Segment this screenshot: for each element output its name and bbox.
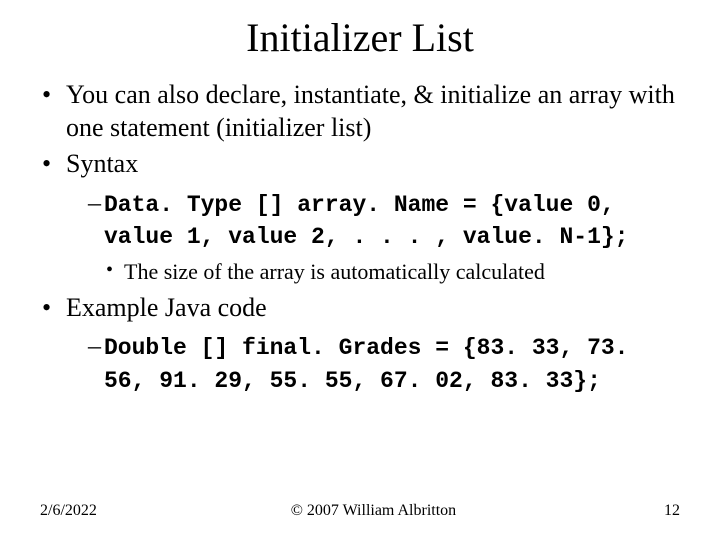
footer: 2/6/2022 © 2007 William Albritton 12 (40, 502, 680, 520)
bullet-2-note: The size of the array is automatically c… (106, 258, 680, 286)
example-code: Double [] final. Grades = {83. 33, 73. 5… (104, 335, 629, 394)
slide: Initializer List You can also declare, i… (0, 0, 720, 540)
bullet-1: You can also declare, instantiate, & ini… (40, 79, 680, 144)
bullet-2: Syntax Data. Type [] array. Name = {valu… (40, 148, 680, 286)
bullet-2-sub: Data. Type [] array. Name = {value 0, va… (66, 187, 680, 253)
bullet-2-text: Syntax (66, 149, 138, 178)
footer-page-number: 12 (650, 502, 680, 520)
bullet-1-text: You can also declare, instantiate, & ini… (66, 80, 675, 142)
footer-copyright: © 2007 William Albritton (97, 502, 650, 520)
bullet-2-note-text: The size of the array is automatically c… (124, 259, 545, 284)
bullet-3-text: Example Java code (66, 293, 267, 322)
bullet-3-sub: Double [] final. Grades = {83. 33, 73. 5… (66, 330, 680, 396)
footer-date: 2/6/2022 (40, 502, 97, 520)
bullet-2-note-list: The size of the array is automatically c… (66, 258, 680, 286)
bullet-3-code-item: Double [] final. Grades = {83. 33, 73. 5… (88, 330, 680, 396)
slide-title: Initializer List (40, 14, 680, 61)
bullet-list: You can also declare, instantiate, & ini… (40, 79, 680, 396)
syntax-code: Data. Type [] array. Name = {value 0, va… (104, 192, 629, 251)
bullet-3: Example Java code Double [] final. Grade… (40, 292, 680, 396)
bullet-2-code-item: Data. Type [] array. Name = {value 0, va… (88, 187, 680, 253)
